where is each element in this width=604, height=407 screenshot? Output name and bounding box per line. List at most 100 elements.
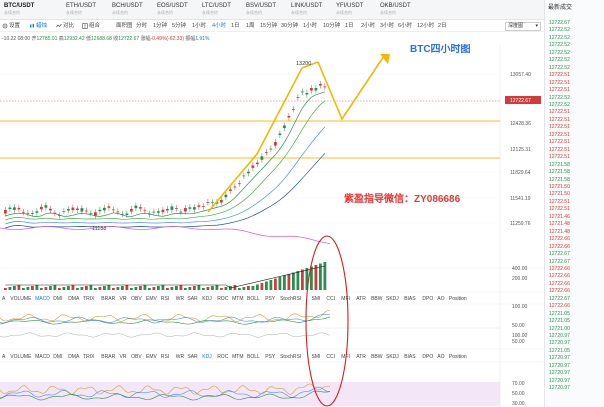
indicator-tab-bbw[interactable]: BBW: [371, 296, 383, 302]
indicator-tab-atr[interactable]: ATR: [356, 354, 366, 360]
indicator-tab-atr[interactable]: ATR: [356, 296, 366, 302]
indicator-tab-position[interactable]: Position: [449, 296, 467, 302]
timeframe-tab[interactable]: 3小时: [380, 20, 394, 32]
indicator-tab-wr[interactable]: WR: [176, 296, 185, 302]
indicator-tab-mfi[interactable]: MFI: [341, 296, 350, 302]
timeframe-tab[interactable]: 6小时: [398, 20, 412, 32]
settings-label: 设置: [9, 23, 21, 29]
indicator-tab-trix[interactable]: TRIX: [83, 354, 95, 360]
indicator-tab-bias[interactable]: BIAS: [404, 296, 416, 302]
indicator-tab-smi[interactable]: SMI: [312, 296, 321, 302]
indicator-tab-bias[interactable]: BIAS: [404, 354, 416, 360]
indicator-tab-obv[interactable]: OBV: [131, 296, 142, 302]
timeframe-tab[interactable]: 分时: [136, 20, 147, 32]
indicator-tab-stochrsi[interactable]: StochRSI: [280, 296, 301, 302]
indicator-tab-dpo[interactable]: DPO: [422, 296, 433, 302]
indicator-tab-kdj[interactable]: KDJ: [202, 354, 212, 360]
indicator-tab-brar[interactable]: BRAR: [101, 354, 115, 360]
compare-button[interactable]: 对比: [56, 20, 74, 32]
indicator-tab-a[interactable]: A: [2, 296, 6, 302]
indicator-tab-stochrsi[interactable]: StochRSI: [280, 354, 301, 360]
indicator-tab-dma[interactable]: DMA: [68, 296, 80, 302]
depth-select-value: 深度图: [508, 23, 524, 29]
indicator-tab-smi[interactable]: SMI: [312, 354, 321, 360]
indicator-tab-boll[interactable]: BOLL: [247, 296, 260, 302]
indicator-tab-sar[interactable]: SAR: [187, 296, 198, 302]
timeframe-tab[interactable]: 30分钟: [281, 20, 298, 32]
tab-link-usdt[interactable]: LINK/USDT 永续合约: [291, 2, 341, 19]
candle-body: [125, 213, 129, 216]
indicator-tab-rsi[interactable]: RSI: [161, 296, 169, 302]
indicator-tab-roc[interactable]: ROC: [217, 354, 229, 360]
indicator-tab-position[interactable]: Position: [449, 354, 467, 360]
indicator-tab-mtm[interactable]: MTM: [232, 296, 243, 302]
tab-btc-usdt[interactable]: BTC/USDT 永续合约: [4, 2, 54, 19]
kline-button[interactable]: 蜡烛: [29, 20, 47, 32]
indicator-tab-ao[interactable]: AO: [437, 296, 444, 302]
timeframe-tab[interactable]: 15分钟: [260, 20, 277, 32]
timeframe-tab[interactable]: 1小时: [303, 20, 317, 32]
indicator-tab-trix[interactable]: TRIX: [83, 296, 95, 302]
indicator-tab-skdj[interactable]: SKDJ: [386, 354, 399, 360]
indicator-tab-rsi[interactable]: RSI: [161, 354, 169, 360]
indicator-tab-macd[interactable]: MACD: [35, 354, 50, 360]
tab-yfi-usdt[interactable]: YFI/USDT 永续合约: [336, 2, 386, 19]
tab-eos-usdt[interactable]: EOS/USDT 永续合约: [157, 2, 207, 19]
indicator-tab-a[interactable]: A: [2, 354, 6, 360]
trades-list: 12722.67 12722.52 12722.52 12722.52 12722.52…: [549, 20, 603, 393]
candle-body: [40, 206, 43, 210]
indicator-tab-sar[interactable]: SAR: [187, 354, 198, 360]
indicator-tab-boll[interactable]: BOLL: [247, 354, 260, 360]
tab-bsv-usdt[interactable]: BSV/USDT 永续合约: [246, 2, 296, 19]
timeframe-tab[interactable]: 1日: [345, 20, 354, 32]
timeframe-tab[interactable]: 1日: [231, 20, 240, 32]
indicator-tab-wr[interactable]: WR: [176, 354, 185, 360]
indicator-tab-kdj[interactable]: KDJ: [202, 296, 212, 302]
indicator-tab-ao[interactable]: AO: [437, 354, 444, 360]
indicator-tab-dmi[interactable]: DMI: [53, 354, 62, 360]
indicator-tab-dmi[interactable]: DMI: [53, 296, 62, 302]
timeframe-tab[interactable]: 1小时: [192, 20, 206, 32]
tab-eth-usdt[interactable]: ETH/USDT 永续合约: [66, 2, 116, 19]
indicator-tab-macd[interactable]: MACD: [35, 296, 50, 302]
timeframe-tab[interactable]: 12小时: [417, 20, 434, 32]
candle-body: [94, 212, 97, 216]
indicator-tab-emv[interactable]: EMV: [146, 354, 158, 360]
timeframe-tab[interactable]: 5分钟: [172, 20, 186, 32]
depth-select[interactable]: 深度图 ▾: [505, 22, 541, 31]
indicator-tab-vr[interactable]: VR: [120, 296, 127, 302]
chart-type-button[interactable]: 面积图: [116, 20, 133, 32]
indicator-tab-volume[interactable]: VOLUME: [10, 354, 32, 360]
indicator-tab-volume[interactable]: VOLUME: [10, 296, 32, 302]
volume-bar: [247, 286, 250, 290]
indicator-tab-obv[interactable]: OBV: [131, 354, 142, 360]
indicator-tab-emv[interactable]: EMV: [146, 296, 158, 302]
settings-button[interactable]: 设置: [2, 20, 20, 32]
kline-chart[interactable]: 13200 11188 BTC四小时图 紫盈指导微信：ZY086686 1305…: [0, 44, 544, 407]
indicator-tab-dma[interactable]: DMA: [68, 354, 80, 360]
indicator-tab-cci[interactable]: CCI: [326, 354, 335, 360]
timeframe-tab[interactable]: 1周: [246, 20, 255, 32]
indicator-tab-skdj[interactable]: SKDJ: [386, 296, 399, 302]
timeframe-tab-active[interactable]: 4小时: [212, 20, 226, 32]
indicator-tab-psy[interactable]: PSY: [265, 296, 276, 302]
indicator-tab-psy[interactable]: PSY: [265, 354, 276, 360]
candle-body: [161, 209, 165, 213]
tab-okb-usdt[interactable]: OKB/USDT 永续合约: [380, 2, 430, 19]
tab-ltc-usdt[interactable]: LTC/USDT 永续合约: [202, 2, 252, 19]
timeframe-tab[interactable]: 1分钟: [153, 20, 167, 32]
ind3-tick: 50.00: [512, 391, 525, 397]
indicator-tab-brar[interactable]: BRAR: [101, 296, 115, 302]
tab-bch-usdt[interactable]: BCH/USDT 永续合约: [112, 2, 162, 19]
indicator-tab-mtm[interactable]: MTM: [232, 354, 243, 360]
timeframe-tab[interactable]: 2小时: [361, 20, 375, 32]
indicator-tab-roc[interactable]: ROC: [217, 296, 229, 302]
indicator-tab-vr[interactable]: VR: [120, 354, 127, 360]
indicator-tab-cci[interactable]: CCI: [326, 296, 335, 302]
combine-button[interactable]: 组合: [82, 20, 100, 32]
timeframe-tab[interactable]: 10分钟: [323, 20, 340, 32]
indicator-tab-dpo[interactable]: DPO: [422, 354, 433, 360]
timeframe-tab[interactable]: 2日: [438, 20, 447, 32]
indicator-tab-bbw[interactable]: BBW: [371, 354, 383, 360]
candle-body: [170, 206, 174, 210]
